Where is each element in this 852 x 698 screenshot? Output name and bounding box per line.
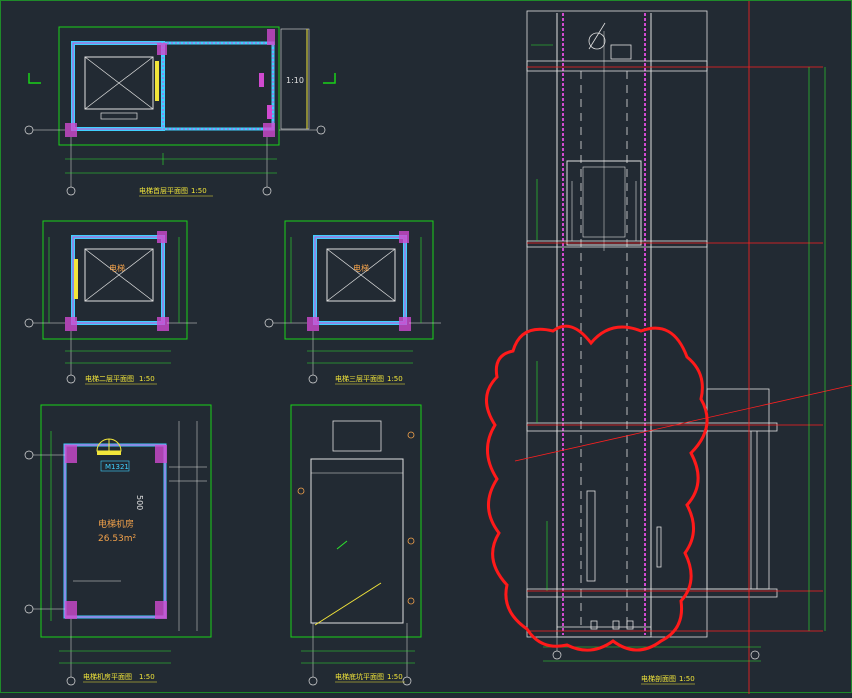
plan-third-floor: 电梯 电梯三层平面图 1:50	[264, 220, 441, 385]
detail-scale-text: 1:10	[286, 76, 304, 85]
cad-drawing-canvas: 1:10 电梯首层平面图 1:50 电梯 电梯二层平面图 1:50 电梯 电梯三…	[0, 0, 852, 694]
plan-second-elevator-label: 电梯	[109, 263, 125, 273]
machine-room-door-code: M1321	[105, 463, 129, 471]
plan-second-floor-title: 电梯二层平面图	[85, 374, 134, 383]
plan-third-elevator-label: 电梯	[353, 263, 369, 273]
plan-machine-room-scale: 1:50	[139, 673, 155, 681]
plan-pit-title: 电梯底坑平面图	[335, 672, 384, 681]
plan-machine-room-title: 电梯机房平面图	[83, 672, 132, 681]
machine-room-area: 26.53m²	[98, 534, 137, 544]
cad-sheet: 1:10 电梯首层平面图 1:50 电梯 电梯二层平面图 1:50 电梯 电梯三…	[24, 1, 852, 694]
plan-third-floor-title: 电梯三层平面图	[335, 374, 384, 383]
revision-cloud	[485, 324, 709, 652]
plan-pit-scale: 1:50	[387, 673, 403, 681]
plan-ground-floor: 1:10 电梯首层平面图 1:50	[24, 26, 336, 197]
plan-second-floor-scale: 1:50	[139, 375, 155, 383]
plan-ground-floor-scale: 1:50	[191, 187, 207, 195]
plan-third-floor-scale: 1:50	[387, 375, 403, 383]
plan-pit: 电梯底坑平面图 1:50	[290, 404, 422, 686]
machine-room-dim-500: 500	[135, 495, 144, 510]
plan-ground-floor-title: 电梯首层平面图	[139, 186, 188, 195]
section-title: 电梯剖面图	[641, 674, 676, 683]
plan-second-floor: 电梯 电梯二层平面图 1:50	[24, 220, 197, 385]
section-scale: 1:50	[679, 675, 695, 683]
machine-room-name: 电梯机房	[98, 518, 134, 530]
plan-machine-room: M1321 电梯机房 26.53m² 500 电梯机房平面图 1:50	[24, 404, 212, 686]
